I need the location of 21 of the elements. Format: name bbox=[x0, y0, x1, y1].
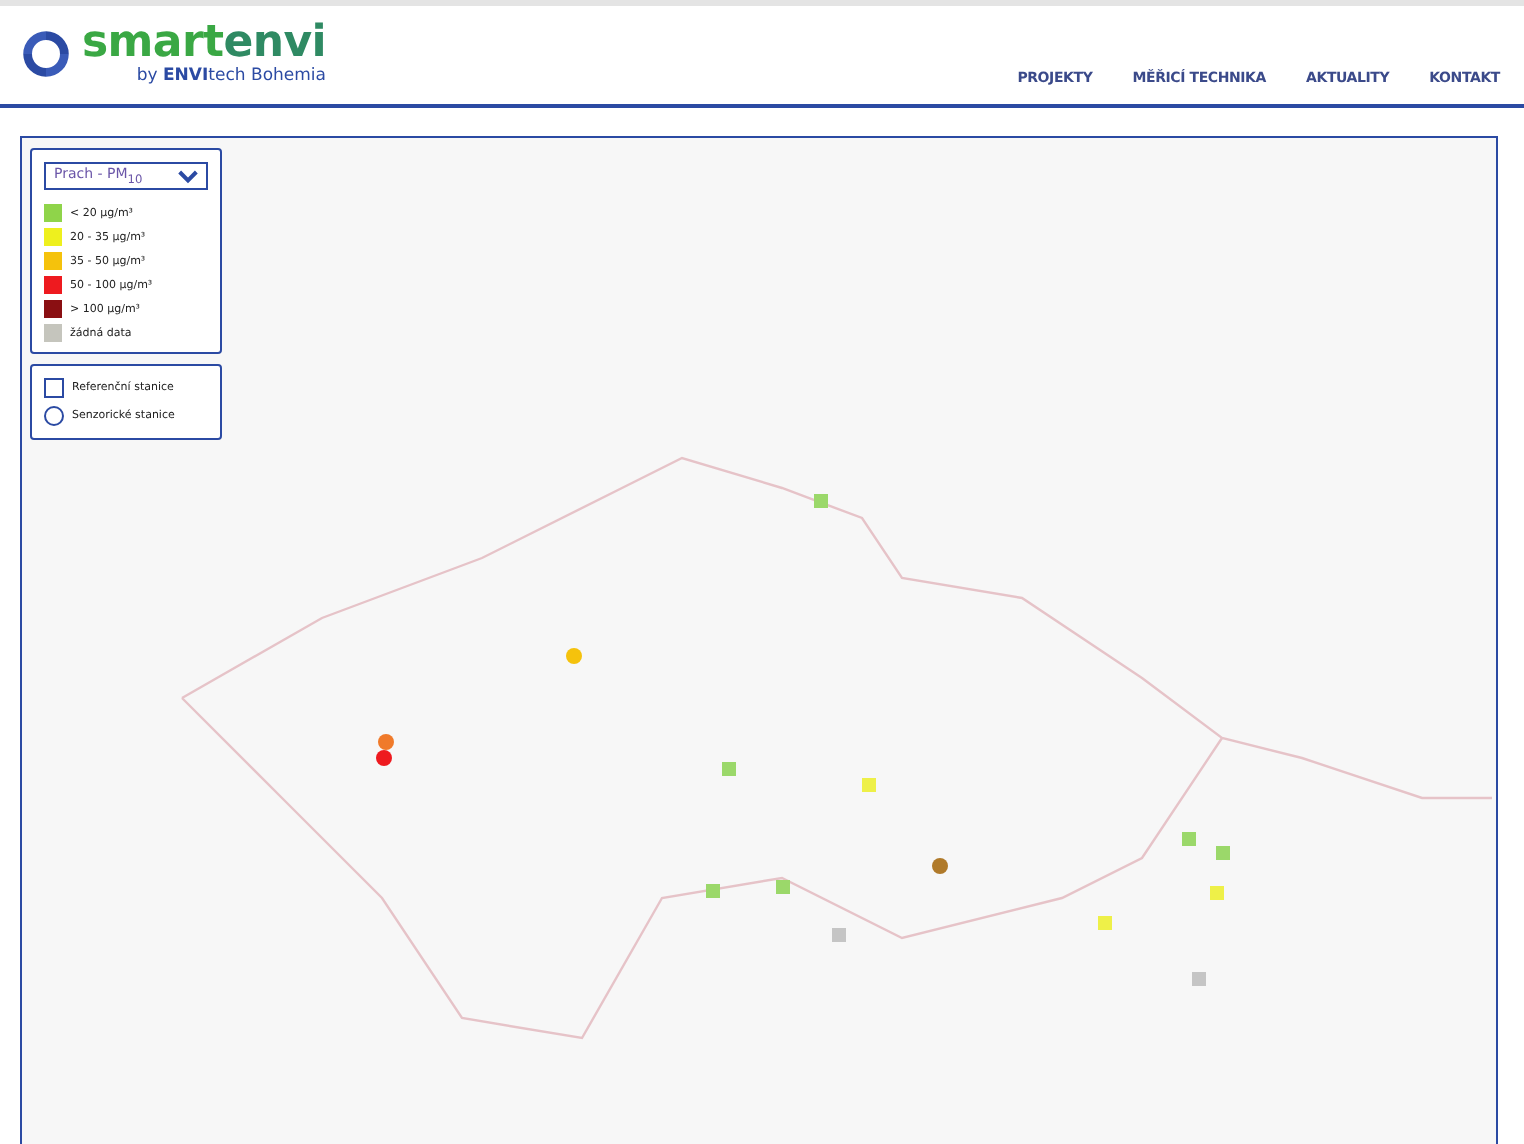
logo-word: envi bbox=[223, 18, 326, 68]
station-marker[interactable] bbox=[376, 750, 392, 766]
station-marker[interactable] bbox=[378, 734, 394, 750]
station-marker[interactable] bbox=[932, 858, 948, 874]
station-marker[interactable] bbox=[862, 778, 876, 792]
circle-outline-icon bbox=[44, 406, 64, 427]
square-outline-icon bbox=[44, 378, 64, 399]
station-marker[interactable] bbox=[1182, 832, 1196, 846]
logo-word: smart bbox=[82, 18, 224, 68]
station-marker[interactable] bbox=[832, 928, 846, 942]
station-marker[interactable] bbox=[706, 884, 720, 898]
station-marker[interactable] bbox=[1216, 846, 1230, 860]
station-marker[interactable] bbox=[776, 880, 790, 894]
logo-byline: by ENVItech Bohemia bbox=[136, 66, 326, 86]
station-marker[interactable] bbox=[1098, 916, 1112, 930]
chevron-icon bbox=[178, 169, 198, 184]
station-marker[interactable] bbox=[1192, 972, 1206, 986]
station-marker[interactable] bbox=[566, 648, 582, 664]
station-marker[interactable] bbox=[1210, 886, 1224, 900]
station-marker[interactable] bbox=[814, 494, 828, 508]
station-marker[interactable] bbox=[722, 762, 736, 776]
